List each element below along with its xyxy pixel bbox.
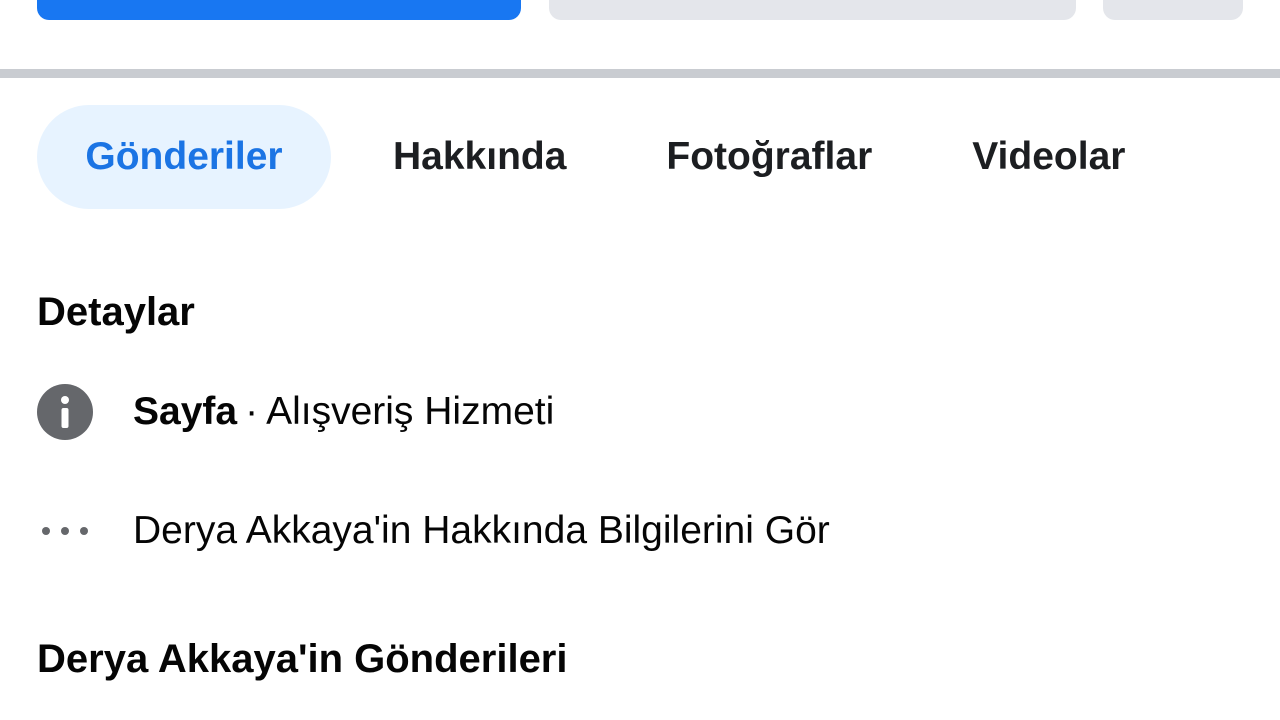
tab-photos[interactable]: Fotoğraflar	[666, 105, 872, 209]
tab-videos[interactable]: Videolar	[972, 105, 1125, 209]
see-about-info-row[interactable]: Derya Akkaya'in Hakkında Bilgilerini Gör	[37, 502, 830, 560]
page-category-text: Sayfa · Alışveriş Hizmeti	[133, 390, 554, 434]
details-heading: Detaylar	[37, 290, 195, 334]
posts-heading: Derya Akkaya'in Gönderileri	[37, 637, 568, 681]
see-about-info-link[interactable]: Derya Akkaya'in Hakkında Bilgilerini Gör	[133, 509, 830, 553]
page-category-row: Sayfa · Alışveriş Hizmeti	[37, 383, 554, 441]
separator: ·	[245, 390, 259, 433]
profile-page: Gönderiler Hakkında Fotoğraflar Videolar…	[0, 0, 1280, 720]
secondary-action-button[interactable]	[549, 0, 1076, 20]
section-divider	[0, 69, 1280, 78]
page-type-label: Sayfa	[133, 390, 238, 433]
more-actions-button[interactable]	[1103, 0, 1243, 20]
tab-posts[interactable]: Gönderiler	[37, 105, 331, 209]
page-category-label: Alışveriş Hizmeti	[266, 390, 555, 433]
more-dots-icon	[37, 503, 93, 559]
info-icon	[37, 384, 93, 440]
primary-action-button[interactable]	[37, 0, 521, 20]
tab-about[interactable]: Hakkında	[393, 105, 566, 209]
profile-tabs: Gönderiler Hakkında Fotoğraflar Videolar	[37, 105, 1125, 209]
